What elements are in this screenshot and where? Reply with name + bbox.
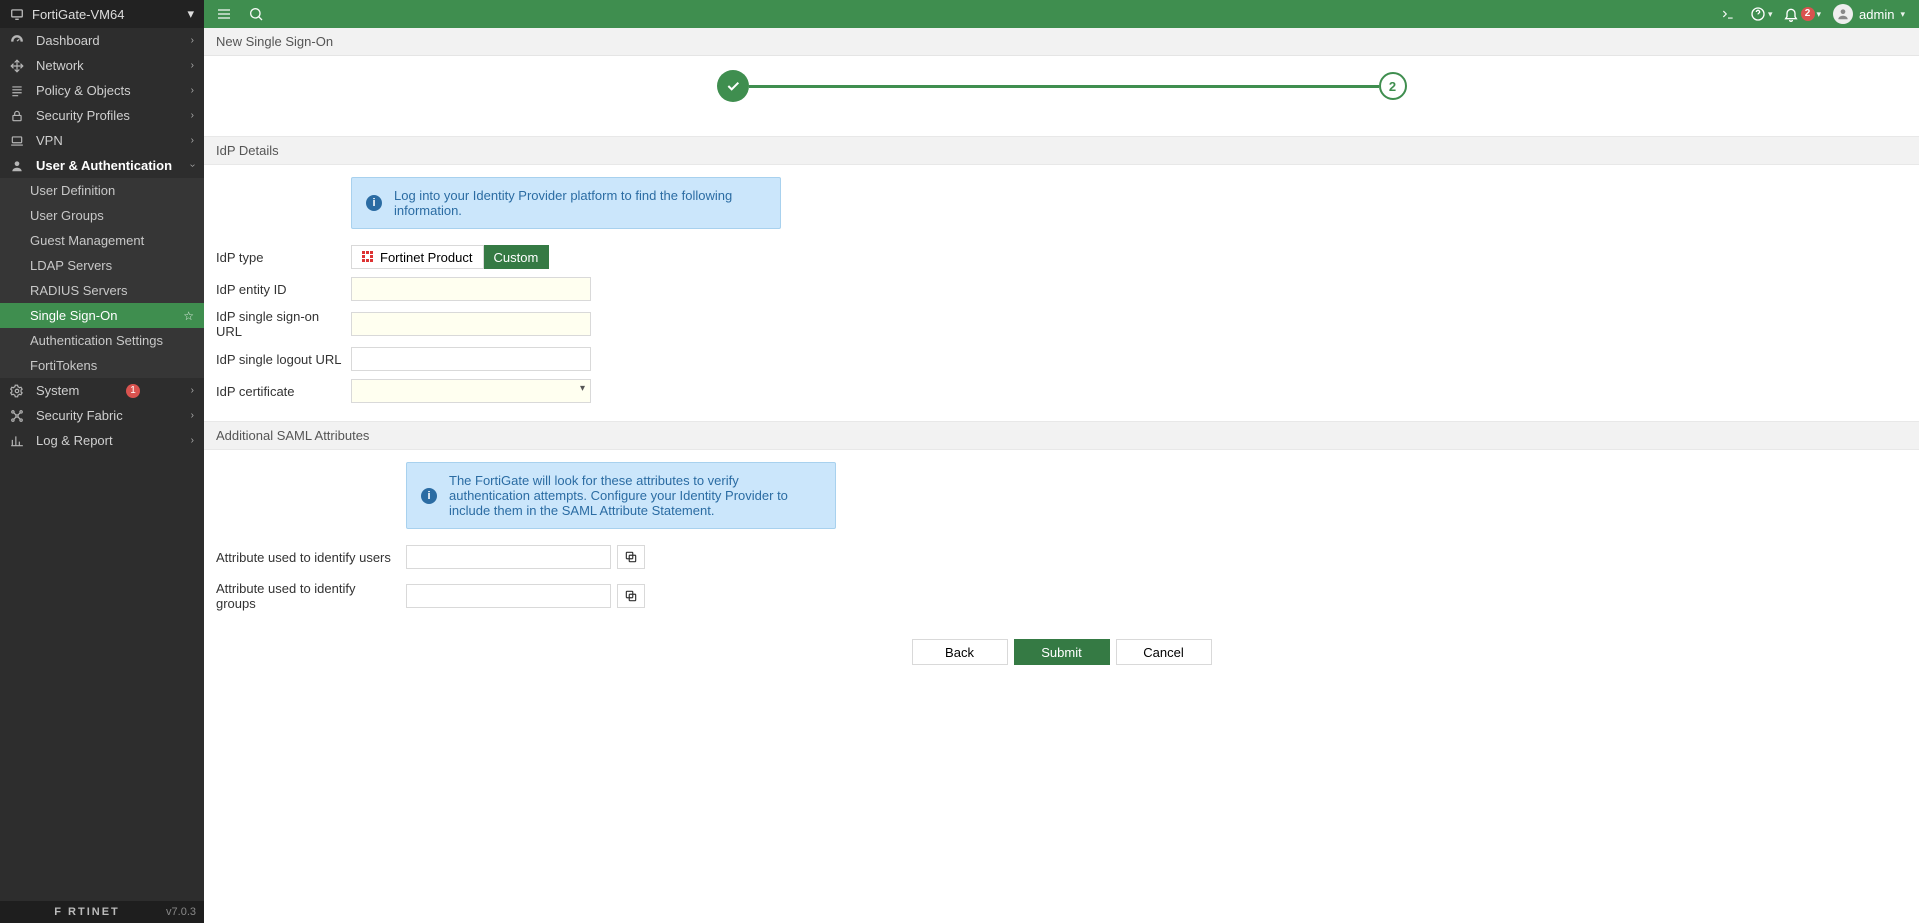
gauge-icon xyxy=(10,34,26,48)
sidebar-item-user-auth[interactable]: User & Authentication › xyxy=(0,153,204,178)
sidebar-item-authentication-settings[interactable]: Authentication Settings xyxy=(0,328,204,353)
copy-icon xyxy=(624,550,638,564)
fortinet-logo: F RTINET xyxy=(8,906,166,918)
cli-console-button[interactable] xyxy=(1714,0,1742,28)
menu-toggle-button[interactable] xyxy=(210,0,238,28)
idp-slo-input[interactable] xyxy=(351,347,591,371)
chevron-right-icon: › xyxy=(191,135,194,146)
idp-cert-select[interactable] xyxy=(351,379,591,403)
idp-info-box: i Log into your Identity Provider platfo… xyxy=(351,177,781,229)
notifications-menu[interactable]: 2 ▾ xyxy=(1781,6,1824,22)
section-attrs-header: Additional SAML Attributes xyxy=(204,421,1919,450)
sidebar-item-guest-management[interactable]: Guest Management xyxy=(0,228,204,253)
cancel-button[interactable]: Cancel xyxy=(1116,639,1212,665)
chevron-down-icon: › xyxy=(187,164,198,167)
attr-user-label: Attribute used to identify users xyxy=(216,550,406,565)
step-1-done xyxy=(717,70,749,102)
sidebar-item-log-report[interactable]: Log & Report › xyxy=(0,428,204,453)
gear-icon xyxy=(10,384,26,398)
sidebar-item-dashboard[interactable]: Dashboard › xyxy=(0,28,204,53)
user-menu[interactable]: admin ▾ xyxy=(1829,4,1909,24)
brand-selector[interactable]: FortiGate-VM64 ▾ xyxy=(0,0,204,28)
idp-info-text: Log into your Identity Provider platform… xyxy=(394,188,766,218)
idp-entity-input[interactable] xyxy=(351,277,591,301)
idp-sso-label: IdP single sign-on URL xyxy=(216,309,351,339)
search-button[interactable] xyxy=(242,0,270,28)
footer-buttons: Back Submit Cancel xyxy=(204,629,1919,685)
fabric-icon xyxy=(10,409,26,423)
idp-type-toggle: Fortinet Product Custom xyxy=(351,245,549,269)
move-icon xyxy=(10,59,26,73)
attr-group-input[interactable] xyxy=(406,584,611,608)
attr-user-copy-button[interactable] xyxy=(617,545,645,569)
sidebar-item-radius-servers[interactable]: RADIUS Servers xyxy=(0,278,204,303)
sidebar-item-security-profiles[interactable]: Security Profiles › xyxy=(0,103,204,128)
section-idp-header: IdP Details xyxy=(204,136,1919,165)
brand-label: FortiGate-VM64 xyxy=(32,7,124,22)
sidebar-item-security-fabric[interactable]: Security Fabric › xyxy=(0,403,204,428)
attrs-info-text: The FortiGate will look for these attrib… xyxy=(449,473,821,518)
chevron-right-icon: › xyxy=(191,85,194,96)
caret-down-icon: ▾ xyxy=(1768,9,1773,20)
lock-icon xyxy=(10,109,26,123)
user-icon xyxy=(10,159,26,173)
fortinet-icon xyxy=(362,251,374,263)
sidebar-item-fortitokens[interactable]: FortiTokens xyxy=(0,353,204,378)
topbar: FortiGate-VM64 ▾ ▾ 2 ▾ admin ▾ xyxy=(0,0,1919,28)
star-icon[interactable]: ☆ xyxy=(183,309,194,323)
sidebar-item-system[interactable]: System 1 › xyxy=(0,378,204,403)
chevron-right-icon: › xyxy=(191,110,194,121)
attrs-info-box: i The FortiGate will look for these attr… xyxy=(406,462,836,529)
caret-down-icon: ▾ xyxy=(1817,9,1822,20)
nav: Dashboard › Network › Policy & Objects ›… xyxy=(0,28,204,901)
info-icon: i xyxy=(421,488,437,504)
system-badge: 1 xyxy=(126,384,140,398)
sidebar: Dashboard › Network › Policy & Objects ›… xyxy=(0,28,204,923)
sidebar-item-ldap-servers[interactable]: LDAP Servers xyxy=(0,253,204,278)
user-label: admin xyxy=(1859,7,1894,22)
attr-group-copy-button[interactable] xyxy=(617,584,645,608)
chevron-right-icon: › xyxy=(191,35,194,46)
caret-down-icon: ▾ xyxy=(1900,9,1905,20)
sidebar-item-policy[interactable]: Policy & Objects › xyxy=(0,78,204,103)
help-menu[interactable]: ▾ xyxy=(1748,6,1775,22)
attr-group-label: Attribute used to identify groups xyxy=(216,581,406,611)
chevron-right-icon: › xyxy=(191,435,194,446)
fortigate-icon xyxy=(10,7,24,21)
attr-user-input[interactable] xyxy=(406,545,611,569)
chevron-right-icon: › xyxy=(191,410,194,421)
sidebar-item-user-groups[interactable]: User Groups xyxy=(0,203,204,228)
info-icon: i xyxy=(366,195,382,211)
step-2: 2 xyxy=(1379,72,1407,100)
copy-icon xyxy=(624,589,638,603)
back-button[interactable]: Back xyxy=(912,639,1008,665)
idp-type-fortinet[interactable]: Fortinet Product xyxy=(351,245,484,269)
list-icon xyxy=(10,84,26,98)
sidebar-item-user-definition[interactable]: User Definition xyxy=(0,178,204,203)
idp-sso-input[interactable] xyxy=(351,312,591,336)
content: New Single Sign-On 2 IdP Details i Log i… xyxy=(204,28,1919,923)
sidebar-item-single-sign-on[interactable]: Single Sign-On ☆ xyxy=(0,303,204,328)
sidebar-item-vpn[interactable]: VPN › xyxy=(0,128,204,153)
chevron-right-icon: › xyxy=(191,385,194,396)
caret-down-icon: ▾ xyxy=(187,6,194,22)
chevron-right-icon: › xyxy=(191,60,194,71)
sidebar-footer: F RTINET v7.0.3 xyxy=(0,901,204,923)
idp-entity-label: IdP entity ID xyxy=(216,282,351,297)
step-line xyxy=(749,85,1379,88)
idp-cert-label: IdP certificate xyxy=(216,384,351,399)
idp-type-label: IdP type xyxy=(216,250,351,265)
submit-button[interactable]: Submit xyxy=(1014,639,1110,665)
page-title: New Single Sign-On xyxy=(204,28,1919,56)
sidebar-item-network[interactable]: Network › xyxy=(0,53,204,78)
avatar-icon xyxy=(1833,4,1853,24)
notifications-badge: 2 xyxy=(1801,7,1815,21)
chart-icon xyxy=(10,434,26,448)
idp-type-custom[interactable]: Custom xyxy=(484,245,550,269)
idp-slo-label: IdP single logout URL xyxy=(216,352,351,367)
version-label: v7.0.3 xyxy=(166,906,196,918)
laptop-icon xyxy=(10,134,26,148)
stepper: 2 xyxy=(204,56,1919,136)
